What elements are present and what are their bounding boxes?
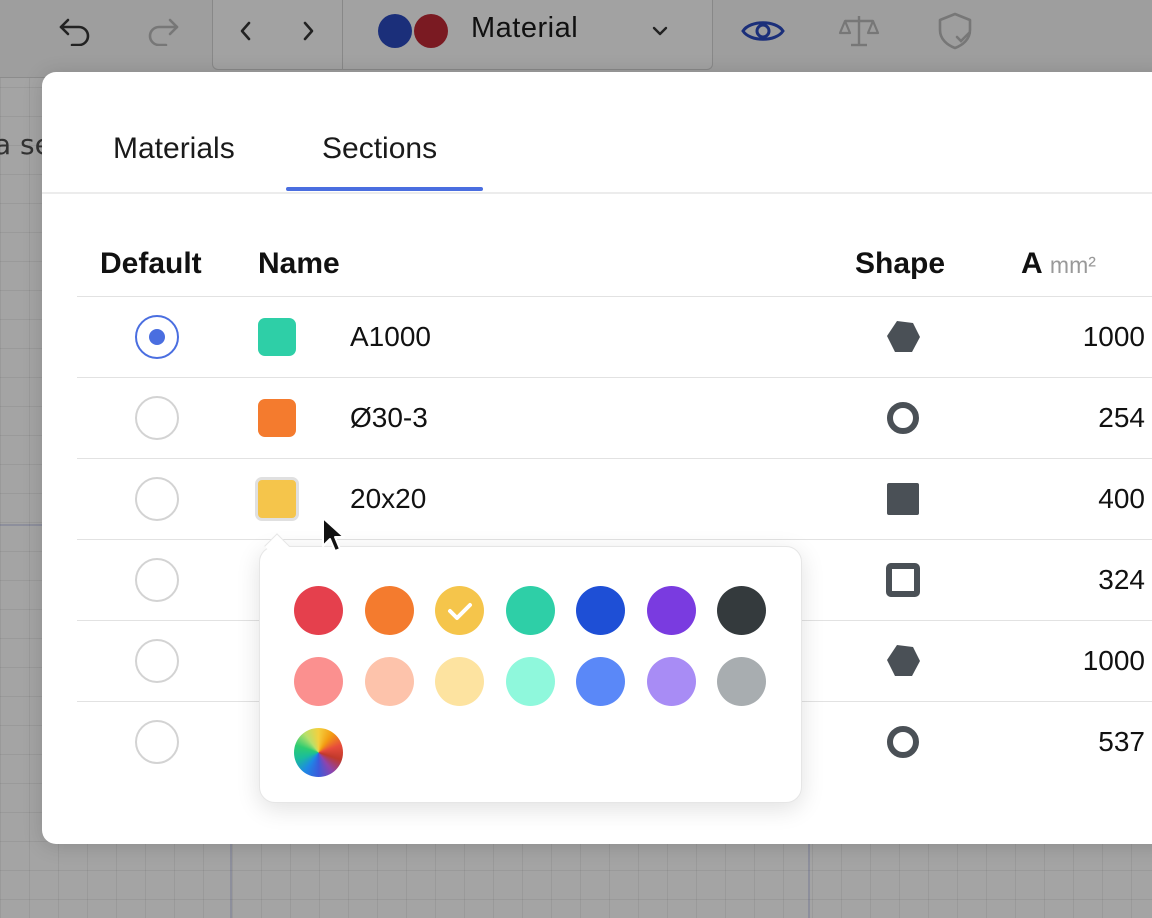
next-button[interactable] bbox=[288, 0, 328, 62]
view-toggle-button[interactable] bbox=[738, 0, 788, 62]
balance-button[interactable] bbox=[834, 0, 884, 62]
redo-button[interactable] bbox=[138, 0, 188, 62]
section-name: 20x20 bbox=[350, 483, 427, 514]
column-header-name: Name bbox=[258, 247, 340, 280]
canvas-line bbox=[0, 524, 42, 526]
circle-hollow-shape-icon bbox=[887, 726, 919, 758]
material-dropdown-button[interactable] bbox=[640, 0, 680, 62]
column-header-area: A mm² bbox=[1021, 247, 1096, 281]
section-area: 400 bbox=[1098, 483, 1145, 514]
default-radio[interactable] bbox=[135, 315, 179, 359]
default-radio[interactable] bbox=[135, 639, 179, 683]
table-row[interactable]: 20x20 400 bbox=[77, 458, 1152, 539]
section-color-swatch[interactable] bbox=[258, 399, 296, 437]
section-color-swatch[interactable] bbox=[258, 318, 296, 356]
color-option[interactable] bbox=[364, 657, 414, 706]
tab-bar: Materials Sections bbox=[42, 72, 1152, 194]
color-option[interactable] bbox=[435, 657, 484, 706]
section-area: 537 bbox=[1098, 726, 1145, 757]
color-option[interactable] bbox=[505, 586, 555, 635]
hexagon-shape-icon bbox=[887, 321, 920, 352]
default-radio[interactable] bbox=[135, 477, 179, 521]
color-option[interactable] bbox=[435, 586, 484, 635]
color-option[interactable] bbox=[576, 586, 625, 635]
table-row[interactable]: A1000 1000 bbox=[77, 296, 1152, 377]
area-label: A bbox=[1021, 247, 1042, 280]
square-hollow-shape-icon bbox=[886, 563, 920, 597]
color-wheel-icon[interactable] bbox=[294, 728, 343, 777]
color-option[interactable] bbox=[717, 657, 766, 706]
color-option[interactable] bbox=[294, 586, 343, 635]
mouse-pointer-icon bbox=[322, 517, 345, 552]
toolbar-divider bbox=[342, 0, 343, 70]
default-radio[interactable] bbox=[135, 720, 179, 764]
section-name: Ø30-3 bbox=[350, 402, 428, 433]
circle-hollow-shape-icon bbox=[887, 402, 919, 434]
color-option[interactable] bbox=[646, 657, 696, 706]
balance-scale-icon bbox=[838, 16, 880, 47]
eye-icon bbox=[741, 21, 785, 41]
chevron-right-icon bbox=[303, 21, 314, 41]
color-option[interactable] bbox=[505, 657, 555, 706]
column-header-shape: Shape bbox=[855, 247, 946, 280]
tab-sections[interactable]: Sections bbox=[322, 132, 437, 166]
color-option[interactable] bbox=[576, 657, 625, 706]
active-tab-indicator bbox=[286, 187, 483, 191]
redo-icon bbox=[148, 18, 179, 46]
color-option[interactable] bbox=[294, 657, 343, 706]
toolbar: Material bbox=[0, 0, 1152, 78]
material-selector-label[interactable]: Material bbox=[471, 12, 578, 45]
chevron-down-icon bbox=[652, 26, 668, 36]
tab-materials[interactable]: Materials bbox=[113, 132, 235, 166]
color-option[interactable] bbox=[717, 586, 766, 635]
validation-button[interactable] bbox=[930, 0, 980, 62]
color-option[interactable] bbox=[364, 586, 414, 635]
section-area: 324 bbox=[1098, 564, 1145, 595]
hexagon-shape-icon bbox=[887, 645, 920, 676]
chevron-left-icon bbox=[240, 21, 251, 41]
undo-button[interactable] bbox=[50, 0, 100, 62]
material-color-dot bbox=[414, 14, 448, 48]
square-filled-shape-icon bbox=[887, 483, 919, 515]
material-color-indicator[interactable] bbox=[378, 14, 448, 48]
color-option[interactable] bbox=[646, 586, 696, 635]
column-header-default: Default bbox=[100, 247, 202, 280]
checkmark-icon bbox=[447, 602, 472, 620]
previous-button[interactable] bbox=[226, 0, 266, 62]
default-radio[interactable] bbox=[135, 396, 179, 440]
section-area: 1000 bbox=[1082, 645, 1145, 676]
section-area: 254 bbox=[1098, 402, 1145, 433]
section-area: 1000 bbox=[1082, 321, 1145, 352]
area-unit: mm² bbox=[1049, 252, 1096, 278]
undo-icon bbox=[59, 18, 90, 46]
material-color-dot bbox=[378, 14, 412, 48]
table-row[interactable]: Ø30-3 254 bbox=[77, 377, 1152, 458]
default-radio[interactable] bbox=[135, 558, 179, 602]
section-color-swatch[interactable] bbox=[255, 477, 299, 521]
section-name: A1000 bbox=[350, 321, 431, 352]
shield-check-icon bbox=[938, 12, 972, 50]
